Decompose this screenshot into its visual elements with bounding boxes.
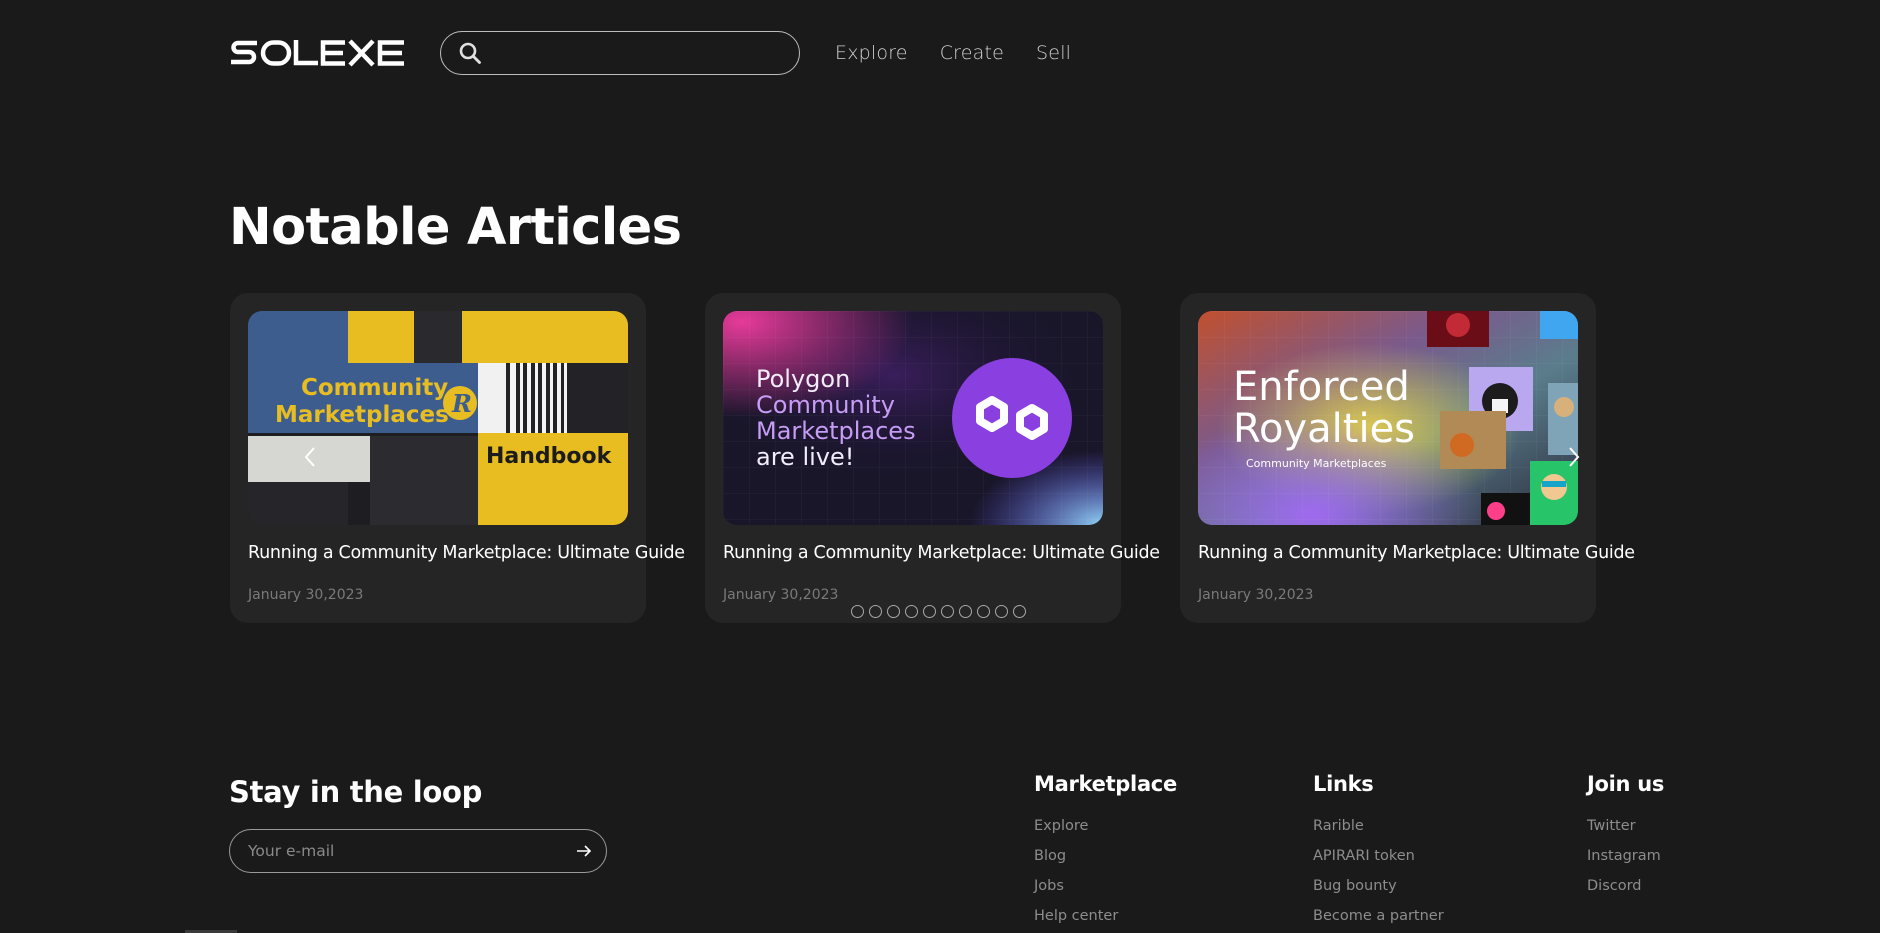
thumb-text-handbook: Handbook (486, 444, 613, 469)
footer-heading: Join us (1587, 772, 1665, 796)
search-bar[interactable] (440, 31, 800, 75)
footer-link-discord[interactable]: Discord (1587, 876, 1664, 906)
carousel-pagination (851, 605, 1026, 618)
carousel-next-button[interactable] (1559, 442, 1589, 472)
article-title[interactable]: Running a Community Marketplace: Ultimat… (1198, 543, 1635, 563)
thumb-text-community: Community (756, 391, 895, 419)
footer-marketplace-column: Marketplace Explore Blog Jobs Help cente… (1034, 772, 1177, 933)
nav-explore[interactable]: Explore (835, 42, 908, 64)
section-title: Notable Articles (229, 198, 682, 257)
article-card[interactable]: Enforced Royalties Community Marketplace… (1180, 293, 1635, 623)
footer-link-explore[interactable]: Explore (1034, 816, 1177, 846)
pagination-dot[interactable] (905, 605, 918, 618)
footer-link-instagram[interactable]: Instagram (1587, 846, 1664, 876)
article-date: January 30,2023 (248, 587, 364, 603)
footer-link-rarible[interactable]: Rarible (1313, 816, 1444, 846)
email-field[interactable] (248, 842, 562, 860)
article-title[interactable]: Running a Community Marketplace: Ultimat… (248, 543, 685, 563)
footer-join-column: Join us Twitter Instagram Discord (1587, 772, 1664, 906)
search-icon (459, 42, 481, 64)
thumb-text-community: Community (301, 375, 448, 401)
thumb-text-marketplaces: Marketplaces (756, 417, 916, 445)
thumb-text-royalties: Royalties (1233, 406, 1415, 452)
article-card[interactable]: Polygon Community Marketplaces are live!… (705, 293, 1160, 623)
thumb-badge: R (451, 389, 472, 418)
thumbnail-image-community-handbook: Community Marketplaces R Handbook (248, 311, 628, 525)
carousel-prev-button[interactable] (295, 442, 325, 472)
pagination-dot[interactable] (1013, 605, 1026, 618)
pagination-dot[interactable] (959, 605, 972, 618)
pagination-dot[interactable] (923, 605, 936, 618)
footer-link-jobs[interactable]: Jobs (1034, 876, 1177, 906)
main-nav: Explore Create Sell (835, 30, 1071, 76)
thumb-text-enforced: Enforced (1233, 364, 1410, 410)
thumb-text-community-marketplaces: Community Marketplaces (1246, 457, 1387, 470)
footer-link-help-center[interactable]: Help center (1034, 906, 1177, 933)
thumbnail-image-polygon: Polygon Community Marketplaces are live! (723, 311, 1103, 525)
footer-link-apirari-token[interactable]: APIRARI token (1313, 846, 1444, 876)
subscribe-button[interactable] (562, 829, 606, 873)
thumbnail-image-enforced-royalties: Enforced Royalties Community Marketplace… (1198, 311, 1578, 525)
thumb-text-polygon: Polygon (756, 365, 850, 393)
article-date: January 30,2023 (1198, 587, 1314, 603)
newsletter-form (229, 829, 607, 873)
footer-link-bug-bounty[interactable]: Bug bounty (1313, 876, 1444, 906)
thumb-text-marketplaces: Marketplaces (275, 402, 449, 428)
article-thumbnail[interactable]: Enforced Royalties Community Marketplace… (1198, 311, 1578, 525)
arrow-right-icon (577, 845, 592, 857)
article-thumbnail[interactable]: Community Marketplaces R Handbook (248, 311, 628, 525)
footer-links-column: Links Rarible APIRARI token Bug bounty B… (1313, 772, 1444, 933)
pagination-dot[interactable] (977, 605, 990, 618)
footer-link-blog[interactable]: Blog (1034, 846, 1177, 876)
thumb-text-are-live: are live! (756, 443, 854, 471)
article-title[interactable]: Running a Community Marketplace: Ultimat… (723, 543, 1160, 563)
nav-create[interactable]: Create (940, 42, 1004, 64)
newsletter-heading: Stay in the loop (229, 775, 483, 809)
article-card[interactable]: Community Marketplaces R Handbook Runnin… (230, 293, 685, 623)
header: Explore Create Sell (230, 30, 1650, 76)
footer-link-twitter[interactable]: Twitter (1587, 816, 1664, 846)
article-date: January 30,2023 (723, 587, 839, 603)
nav-sell[interactable]: Sell (1036, 42, 1071, 64)
pagination-dot[interactable] (869, 605, 882, 618)
footer-heading: Links (1313, 772, 1374, 796)
search-input[interactable] (481, 32, 799, 74)
chevron-right-icon (1569, 447, 1580, 467)
pagination-dot[interactable] (941, 605, 954, 618)
footer-link-become-partner[interactable]: Become a partner (1313, 906, 1444, 933)
pagination-dot[interactable] (851, 605, 864, 618)
logo-wordmark (231, 39, 404, 67)
pagination-dot[interactable] (995, 605, 1008, 618)
chevron-left-icon (304, 447, 315, 467)
logo[interactable] (230, 30, 405, 76)
article-thumbnail[interactable]: Polygon Community Marketplaces are live! (723, 311, 1103, 525)
footer-heading: Marketplace (1034, 772, 1177, 796)
pagination-dot[interactable] (887, 605, 900, 618)
